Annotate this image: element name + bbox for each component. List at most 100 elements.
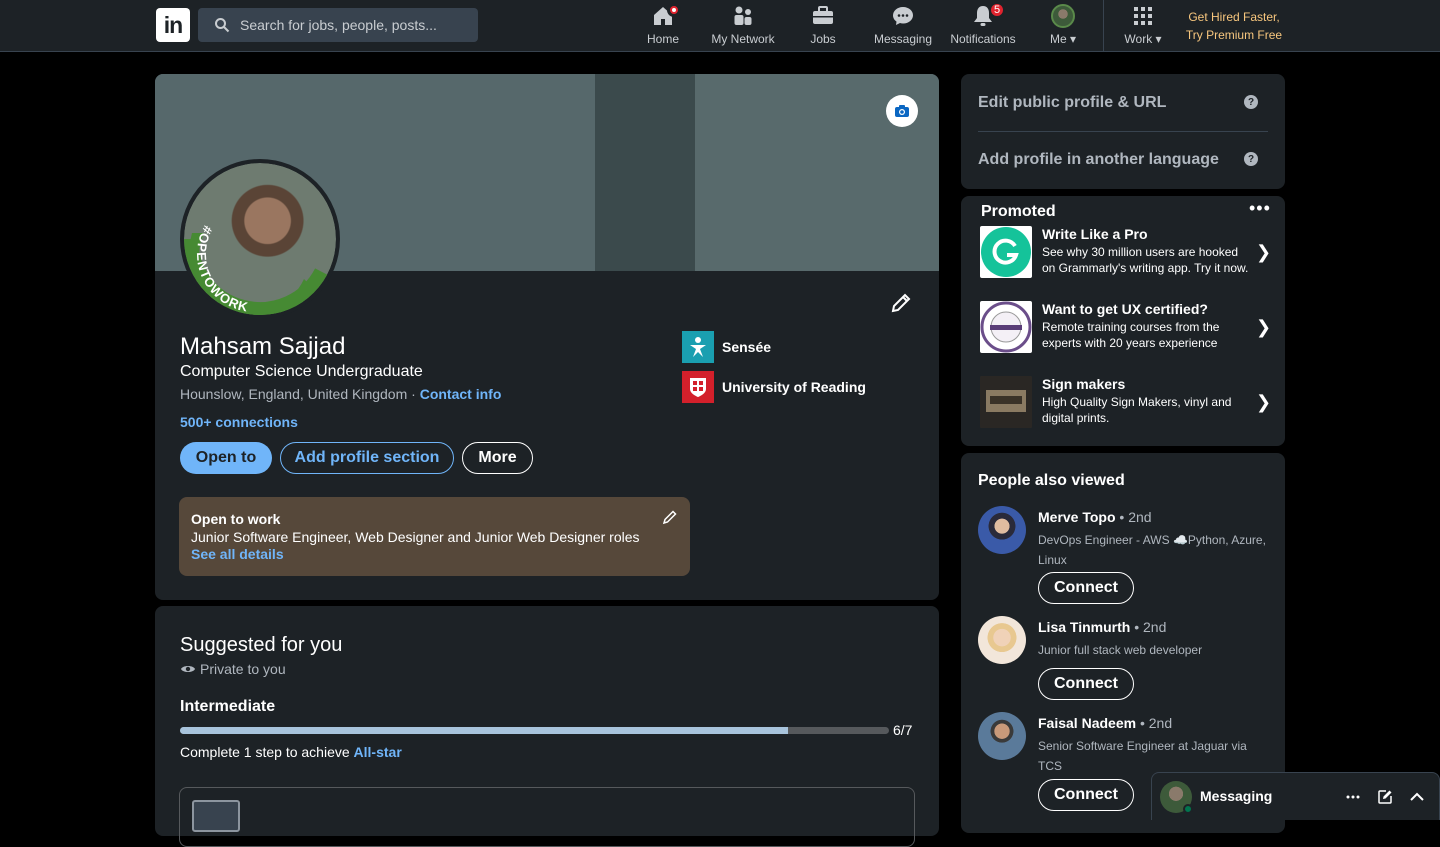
edit-profile-pencil-icon[interactable]	[889, 291, 913, 315]
open-to-work-frame: #OPENTOWORK	[184, 223, 333, 315]
premium-link[interactable]: Get Hired Faster, Try Premium Free	[1180, 8, 1288, 44]
edit-banner-button[interactable]	[886, 95, 918, 127]
nav-jobs[interactable]: Jobs	[803, 4, 843, 48]
add-language-profile-link[interactable]: Add profile in another language	[978, 151, 1219, 169]
nav-divider	[1103, 0, 1104, 52]
private-indicator: Private to you	[180, 661, 286, 677]
suggested-title: Suggested for you	[180, 634, 343, 656]
chevron-right-icon: ❯	[1256, 392, 1272, 412]
sign-makers-image	[980, 376, 1032, 428]
open-to-button[interactable]: Open to	[180, 442, 272, 474]
eye-icon	[181, 666, 195, 672]
avatar[interactable]	[978, 712, 1026, 760]
more-options-icon[interactable]	[1342, 786, 1364, 808]
chevron-up-icon[interactable]	[1406, 786, 1428, 808]
camera-icon	[895, 105, 909, 117]
person-name-row[interactable]: Lisa Tinmurth • 2nd	[1038, 619, 1166, 635]
premium-line1: Get Hired Faster,	[1188, 10, 1280, 24]
all-star-link[interactable]: All-star	[354, 744, 402, 760]
premium-line2: Try Premium Free	[1185, 28, 1283, 42]
home-icon	[651, 3, 681, 28]
chevron-right-icon: ❯	[1256, 317, 1272, 337]
open-to-work-box[interactable]: Open to work Junior Software Engineer, W…	[179, 497, 690, 576]
messaging-overlay-bar[interactable]: Messaging	[1151, 772, 1440, 820]
person-name: Lisa Tinmurth	[1038, 619, 1131, 635]
nav-work[interactable]: Work ▾	[1120, 4, 1166, 48]
compose-message-icon[interactable]	[1374, 786, 1396, 808]
nav-me[interactable]: Me ▾	[1043, 4, 1083, 48]
profile-strength-progress	[180, 727, 889, 734]
profile-headline: Computer Science Undergraduate	[180, 363, 423, 380]
nav-notifications-label: Notifications	[950, 32, 1016, 46]
messaging-title: Messaging	[1200, 788, 1273, 804]
profile-location: Hounslow, England, United Kingdom	[180, 386, 408, 402]
person-name: Merve Topo	[1038, 509, 1116, 525]
top-nav: in Home My Network Jobs Messaging 5	[0, 0, 1440, 52]
connections-link[interactable]: 500+ connections	[180, 414, 298, 430]
nav-messaging[interactable]: Messaging	[870, 4, 936, 48]
open-to-work-roles: Junior Software Engineer, Web Designer a…	[191, 529, 640, 545]
suggestion-item[interactable]	[179, 787, 915, 847]
add-profile-section-button[interactable]: Add profile section	[280, 442, 454, 474]
connection-degree: • 2nd	[1130, 619, 1167, 635]
nav-notifications[interactable]: 5 Notifications	[946, 2, 1020, 48]
sensee-logo	[682, 331, 714, 363]
person-description: Senior Software Engineer at Jaguar via T…	[1038, 739, 1247, 773]
online-status-indicator	[1183, 804, 1193, 814]
chevron-right-icon: ❯	[1256, 242, 1272, 262]
nav-home[interactable]: Home	[643, 3, 683, 48]
ad-item[interactable]: Want to get UX certified? Remote trainin…	[980, 301, 1272, 371]
chevron-down-icon: ▾	[1155, 32, 1162, 46]
briefcase-icon	[811, 4, 835, 28]
edit-public-profile-link[interactable]: Edit public profile & URL	[978, 94, 1166, 112]
notifications-badge: 5	[989, 2, 1005, 18]
ad-item[interactable]: Write Like a Pro See why 30 million user…	[980, 226, 1272, 296]
nav-network-label: My Network	[711, 32, 775, 46]
nav-home-label: Home	[646, 32, 679, 46]
ux-certification-badge-icon	[980, 301, 1032, 353]
edit-open-to-work-pencil-icon[interactable]	[662, 509, 678, 525]
messaging-icon	[891, 4, 915, 28]
avatar	[1051, 4, 1075, 28]
contact-info-link[interactable]: Contact info	[420, 386, 502, 402]
private-text: Private to you	[200, 661, 286, 677]
nav-messaging-label: Messaging	[873, 32, 933, 46]
ad-title: Sign makers	[1042, 376, 1126, 392]
ad-item[interactable]: Sign makers High Quality Sign Makers, vi…	[980, 376, 1272, 446]
profile-location-row: Hounslow, England, United Kingdom · Cont…	[180, 386, 502, 402]
more-button[interactable]: More	[462, 442, 533, 474]
promoted-card: Promoted ••• Write Like a Pro See why 30…	[961, 196, 1285, 446]
avatar[interactable]	[978, 506, 1026, 554]
linkedin-logo[interactable]: in	[156, 8, 190, 42]
help-icon[interactable]: ?	[1244, 152, 1258, 166]
search-input[interactable]	[240, 17, 460, 33]
ad-body: High Quality Sign Makers, vinyl and digi…	[1042, 395, 1232, 425]
more-options-icon[interactable]: •••	[1249, 198, 1271, 219]
connect-button[interactable]: Connect	[1038, 668, 1134, 700]
see-all-details-link[interactable]: See all details	[191, 546, 678, 562]
profile-strength-level: Intermediate	[180, 698, 276, 715]
company-sensee[interactable]: Sensée	[682, 331, 771, 363]
profile-photo[interactable]: #OPENTOWORK	[180, 159, 340, 319]
help-icon[interactable]: ?	[1244, 95, 1258, 109]
ad-title: Want to get UX certified?	[1042, 301, 1208, 317]
progress-label: 6/7	[893, 722, 913, 738]
svg-text:#OPENTOWORK: #OPENTOWORK	[194, 223, 250, 314]
connection-degree: • 2nd	[1115, 509, 1152, 525]
connect-button[interactable]: Connect	[1038, 779, 1134, 811]
nav-my-network[interactable]: My Network	[706, 4, 780, 48]
person-name-row[interactable]: Merve Topo • 2nd	[1038, 509, 1152, 525]
profile-settings-card: Edit public profile & URL ? Add profile …	[961, 74, 1285, 189]
avatar[interactable]	[978, 616, 1026, 664]
person-name-row[interactable]: Faisal Nadeem • 2nd	[1038, 715, 1172, 731]
grid-icon	[1131, 4, 1155, 28]
connect-button[interactable]: Connect	[1038, 572, 1134, 604]
grammarly-logo	[980, 226, 1032, 278]
suggested-card: Suggested for you Private to you Interme…	[155, 606, 939, 847]
person-description: DevOps Engineer - AWS ☁️Python, Azure, L…	[1038, 533, 1266, 567]
bell-icon: 5	[971, 2, 1005, 28]
profile-name: Mahsam Sajjad	[180, 333, 346, 360]
company-university-of-reading[interactable]: University of Reading	[682, 371, 866, 403]
notification-dot	[667, 3, 681, 17]
search-bar[interactable]	[198, 8, 478, 42]
